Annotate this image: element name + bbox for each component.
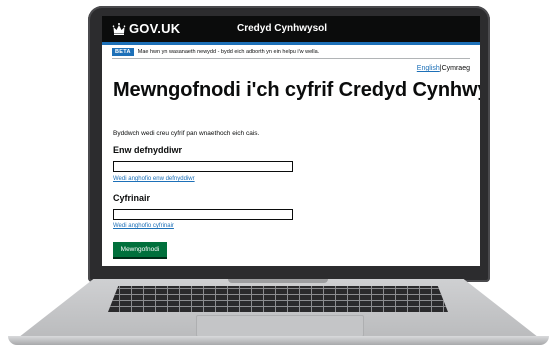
crown-icon [112, 23, 126, 35]
username-label: Enw defnyddiwr [113, 145, 183, 155]
password-label: Cyfrinair [113, 193, 151, 203]
forgot-password-link[interactable]: Wedi anghofio cyfrinair [113, 223, 174, 229]
sign-in-button[interactable]: Mewngofnodi [113, 242, 167, 257]
english-link[interactable]: English [417, 65, 440, 72]
cymraeg-current: Cymraeg [441, 65, 470, 72]
intro-text: Byddwch wedi creu cyfrif pan wnaethoch e… [113, 130, 260, 137]
laptop-base-edge [8, 336, 549, 345]
header-accent-bar [102, 42, 480, 45]
service-name[interactable]: Credyd Cynhwysol [237, 23, 327, 34]
laptop-screen: GOV.UK Credyd Cynhwysol BETA Mae hwn yn … [102, 16, 480, 266]
phase-banner-text: Mae hwn yn wasanaeth newydd - bydd eich … [137, 49, 320, 55]
username-input[interactable] [113, 161, 293, 172]
laptop-keyboard [108, 286, 448, 312]
govuk-logo-text[interactable]: GOV.UK [129, 21, 180, 36]
beta-tag: BETA [112, 48, 134, 56]
phase-banner: BETA Mae hwn yn wasanaeth newydd - bydd … [112, 46, 470, 59]
forgot-username-link[interactable]: Wedi anghofio enw defnyddiwr [113, 176, 195, 182]
laptop-hinge [228, 279, 328, 283]
govuk-header: GOV.UK Credyd Cynhwysol [102, 16, 480, 42]
password-input[interactable] [113, 209, 293, 220]
laptop-trackpad [196, 315, 364, 337]
page-title: Mewngofnodi i'ch cyfrif Credyd Cynhwysol [113, 79, 480, 101]
language-switcher: English|Cymraeg [417, 65, 470, 72]
